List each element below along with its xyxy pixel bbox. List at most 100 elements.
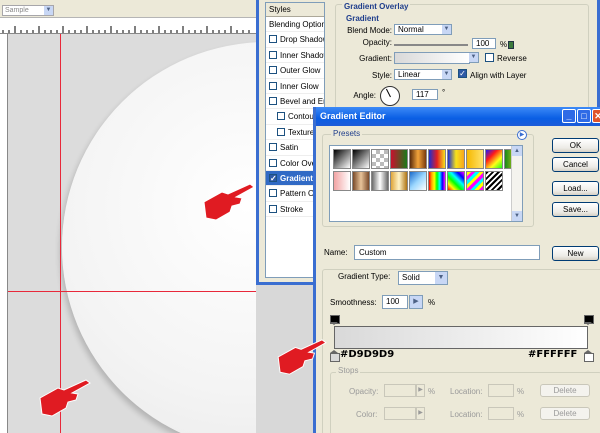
gradient-bar[interactable] <box>334 326 588 349</box>
gradient-preset-swatch[interactable] <box>428 171 446 191</box>
gradient-preset-swatch[interactable] <box>485 149 503 169</box>
name-input[interactable]: Custom <box>354 245 540 260</box>
style-item-checkbox[interactable] <box>269 143 277 152</box>
gradient-preset-swatch[interactable] <box>447 149 465 169</box>
degree-symbol: ° <box>442 88 446 97</box>
presets-scrollbar[interactable]: ▲ ▼ <box>511 146 522 221</box>
style-item-label: Stroke <box>280 204 304 214</box>
style-item-checkbox[interactable] <box>269 204 277 213</box>
vertical-guide[interactable] <box>60 34 61 433</box>
style-item-checkbox[interactable] <box>269 35 277 44</box>
gradient-preset-swatch[interactable] <box>409 149 427 169</box>
save-button[interactable]: Save... <box>552 202 599 217</box>
right-arrow-icon[interactable]: ▶ <box>409 295 423 309</box>
stop-opacity-percent: % <box>428 387 436 396</box>
gradient-type-value: Solid <box>402 273 420 282</box>
style-item-checkbox[interactable] <box>269 96 277 105</box>
vertical-ruler[interactable] <box>0 34 8 433</box>
gradient-preset-swatch[interactable] <box>371 149 389 169</box>
align-with-layer-checkbox[interactable]: ✓ <box>458 69 467 78</box>
style-item-checkbox[interactable] <box>269 171 277 186</box>
style-item-checkbox[interactable] <box>269 66 277 75</box>
style-item-checkbox[interactable] <box>269 158 277 167</box>
gradient-preset-swatch[interactable] <box>371 171 389 191</box>
right-arrow-icon[interactable]: ▶ <box>517 130 527 140</box>
close-icon[interactable]: ✕ <box>592 109 600 123</box>
style-select[interactable]: Linear ▼ <box>394 69 452 80</box>
scroll-down-icon[interactable]: ▼ <box>512 211 522 221</box>
gradient-preset-swatch[interactable] <box>466 171 484 191</box>
blend-mode-value: Normal <box>398 25 424 34</box>
right-arrow-icon[interactable]: ▶ <box>416 407 425 420</box>
gradient-preset-swatch[interactable] <box>333 171 351 191</box>
pointing-hand-icon <box>203 183 255 221</box>
smoothness-input[interactable]: 100 <box>382 295 408 309</box>
style-item-checkbox[interactable] <box>269 81 277 90</box>
style-label: Style: <box>371 71 392 80</box>
angle-dial[interactable] <box>380 86 400 106</box>
stop-color-location-input[interactable] <box>488 407 514 420</box>
maximize-icon[interactable]: □ <box>577 109 591 123</box>
minimize-icon[interactable]: _ <box>562 109 576 123</box>
style-item-checkbox[interactable] <box>269 189 277 198</box>
right-stop-hex: #FFFFFF <box>528 349 578 360</box>
style-item[interactable]: Inner Glow <box>266 79 324 94</box>
cancel-button[interactable]: Cancel <box>552 157 599 172</box>
opacity-percent: % <box>500 40 508 49</box>
gradient-editor-dialog: Gradient Editor _ □ ✕ Presets ▶ ▲ ▼ OK C… <box>313 107 600 433</box>
horizontal-ruler[interactable] <box>0 18 256 34</box>
opacity-input[interactable]: 100 <box>472 38 496 49</box>
presets-label: Presets <box>331 129 363 138</box>
pointing-hand-icon <box>39 379 91 417</box>
stop-opacity-location-input[interactable] <box>488 384 514 397</box>
style-item[interactable]: Outer Glow <box>266 63 324 79</box>
presets-swatch-list: ▲ ▼ <box>329 145 523 222</box>
style-item-checkbox[interactable] <box>269 50 277 59</box>
gradient-preset-swatch[interactable] <box>447 171 465 191</box>
gradient-preset-swatch[interactable] <box>390 149 408 169</box>
blending-options-item[interactable]: Blending Options: Default <box>266 17 324 33</box>
gradient-editor-titlebar[interactable]: Gradient Editor _ □ ✕ <box>316 107 600 126</box>
angle-input[interactable]: 117 <box>412 89 438 100</box>
gradient-picker-dropdown[interactable]: ▼ <box>469 52 479 63</box>
opacity-slider[interactable] <box>394 41 514 49</box>
gradient-preset-swatch[interactable] <box>428 149 446 169</box>
new-button[interactable]: New <box>552 246 599 261</box>
document-canvas[interactable] <box>8 34 256 433</box>
gradient-preset-swatch[interactable] <box>352 149 370 169</box>
opacity-slider-thumb[interactable] <box>508 41 514 49</box>
chevron-down-icon: ▼ <box>469 53 478 62</box>
color-stop-right[interactable] <box>584 350 594 362</box>
gradient-preset-swatch[interactable] <box>352 171 370 191</box>
opacity-label: Opacity: <box>362 38 392 47</box>
blend-mode-select[interactable]: Normal ▼ <box>394 24 452 35</box>
scroll-up-icon[interactable]: ▲ <box>512 146 522 156</box>
gradient-preset-swatch[interactable] <box>390 171 408 191</box>
delete-opacity-stop-button[interactable]: Delete <box>540 384 590 397</box>
chevron-down-icon: ▼ <box>442 70 451 79</box>
sample-select[interactable]: Sample ▼ <box>2 5 54 16</box>
gradient-preset-swatch[interactable] <box>485 171 503 191</box>
style-item-checkbox[interactable] <box>277 112 285 121</box>
gradient-preset-swatch[interactable] <box>333 149 351 169</box>
style-item-checkbox[interactable] <box>277 127 285 136</box>
color-stop-left[interactable] <box>330 350 340 362</box>
style-item-label: Inner Glow <box>280 81 319 91</box>
reverse-checkbox[interactable] <box>485 53 494 62</box>
styles-header[interactable]: Styles <box>266 3 324 17</box>
gradient-type-select[interactable]: Solid ▼ <box>398 271 448 285</box>
opacity-stop-left[interactable] <box>330 315 340 325</box>
right-arrow-icon[interactable]: ▶ <box>416 384 425 397</box>
style-item[interactable]: Drop Shadow <box>266 32 324 48</box>
horizontal-guide[interactable] <box>8 291 256 292</box>
style-item[interactable]: Inner Shadow <box>266 48 324 64</box>
gradient-preset-swatch[interactable] <box>466 149 484 169</box>
ok-button[interactable]: OK <box>552 138 599 153</box>
gradient-preview-picker[interactable] <box>394 52 470 64</box>
load-button[interactable]: Load... <box>552 181 599 196</box>
delete-color-stop-button[interactable]: Delete <box>540 407 590 420</box>
stop-opacity-input[interactable] <box>384 384 416 397</box>
stop-color-swatch[interactable] <box>384 407 416 420</box>
opacity-stop-right[interactable] <box>584 315 594 325</box>
gradient-preset-swatch[interactable] <box>409 171 427 191</box>
